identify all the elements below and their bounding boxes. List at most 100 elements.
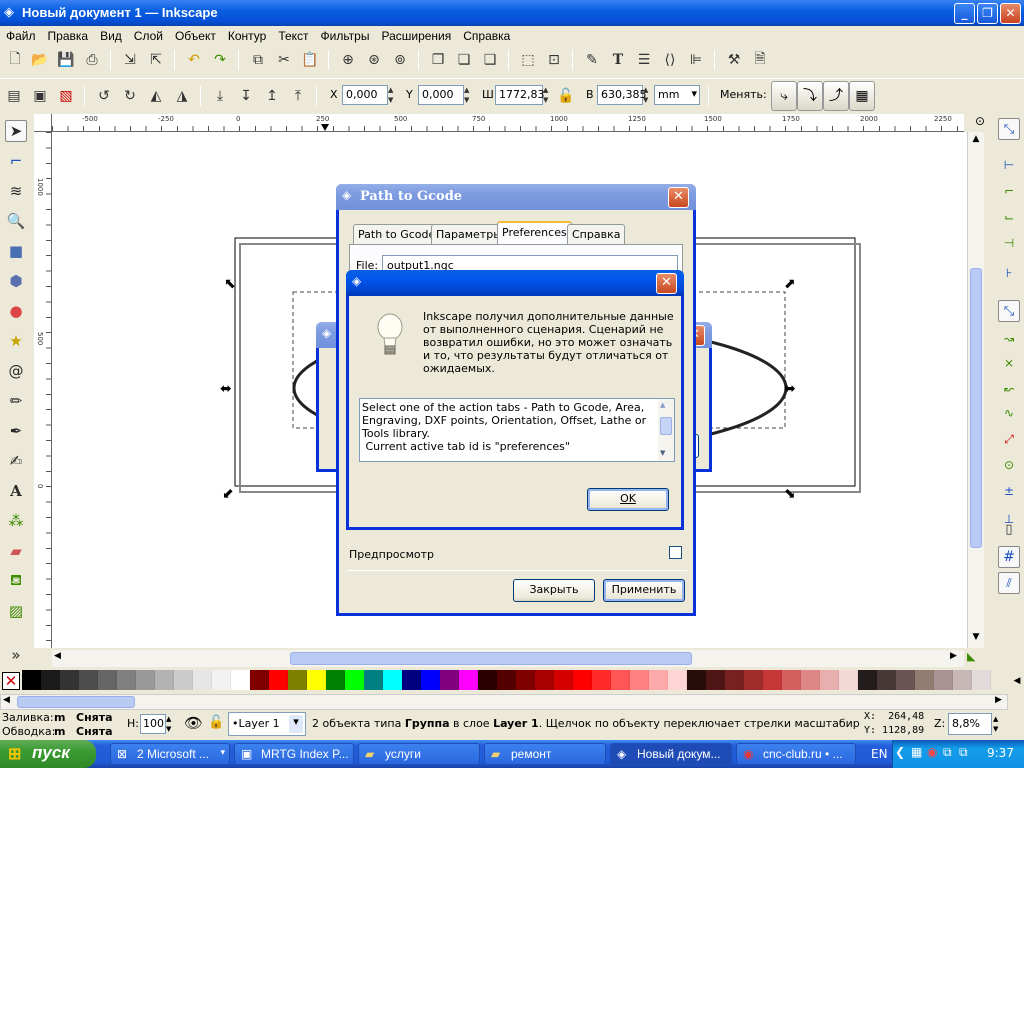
select-all-icon[interactable]: ▤ xyxy=(4,86,24,106)
import-icon[interactable]: ⇲ xyxy=(120,50,140,70)
opacity-input[interactable]: 100 xyxy=(140,714,166,734)
color-swatch[interactable] xyxy=(497,670,516,690)
menu-filters[interactable]: Фильтры xyxy=(315,26,376,43)
color-swatch[interactable] xyxy=(573,670,592,690)
palette-menu-icon[interactable]: ◀ xyxy=(1010,672,1024,690)
scroll-up-icon[interactable]: ▲ xyxy=(969,134,983,148)
gradient-tool-icon[interactable]: ▨ xyxy=(5,600,27,622)
opacity-spinner[interactable]: ▲ ▼ xyxy=(166,714,171,734)
x-input[interactable]: 0,000 xyxy=(342,85,388,105)
menu-file[interactable]: Файл xyxy=(0,26,42,43)
close-button[interactable]: Закрыть xyxy=(513,579,595,602)
menu-text[interactable]: Текст xyxy=(272,26,314,43)
fill-value[interactable]: Снята xyxy=(76,711,113,724)
zoom-tool-icon[interactable]: 🔍 xyxy=(5,210,27,232)
text-tool-icon[interactable]: A xyxy=(5,480,27,502)
color-swatch[interactable] xyxy=(250,670,269,690)
new-document-icon[interactable]: 🗋 xyxy=(5,50,25,70)
color-swatch[interactable] xyxy=(934,670,953,690)
task-mrtg[interactable]: ▣ MRTG Index P... xyxy=(234,743,354,765)
ellipse-tool-icon[interactable]: ● xyxy=(5,300,27,322)
color-swatch[interactable] xyxy=(896,670,915,690)
menu-view[interactable]: Вид xyxy=(94,26,128,43)
tab-help[interactable]: Справка xyxy=(567,224,626,244)
color-swatch[interactable] xyxy=(649,670,668,690)
color-swatch[interactable] xyxy=(801,670,820,690)
duplicate-icon[interactable]: ❐ xyxy=(428,50,448,70)
color-swatch[interactable] xyxy=(972,670,991,690)
snap-grid-icon[interactable]: # xyxy=(998,546,1020,568)
color-swatch[interactable] xyxy=(858,670,877,690)
menu-help[interactable]: Справка xyxy=(457,26,516,43)
color-swatch[interactable] xyxy=(364,670,383,690)
tab-parameters[interactable]: Параметры xyxy=(431,224,507,244)
y-spinner[interactable]: ▲ ▼ xyxy=(464,85,474,105)
height-input[interactable]: 630,385 xyxy=(597,85,647,105)
color-swatch[interactable] xyxy=(421,670,440,690)
color-swatch[interactable] xyxy=(326,670,345,690)
color-swatch[interactable] xyxy=(117,670,136,690)
task-inkscape[interactable]: ◈ Новый докум... xyxy=(610,743,732,765)
print-icon[interactable]: ⎙ xyxy=(82,50,102,70)
lock-icon[interactable]: 🔓 xyxy=(556,86,576,106)
height-spinner[interactable]: ▲ ▼ xyxy=(643,85,653,105)
save-icon[interactable]: 💾 xyxy=(56,50,76,70)
deselect-icon[interactable]: ▧ xyxy=(56,86,76,106)
redo-icon[interactable]: ↷ xyxy=(210,50,230,70)
width-input[interactable]: 1772,83 xyxy=(495,85,545,105)
layer-select[interactable]: •Layer 1 ▾ xyxy=(228,712,306,736)
clone-icon[interactable]: ❏ xyxy=(454,50,474,70)
script-output-box[interactable]: Select one of the action tabs - Path to … xyxy=(359,398,675,462)
gcode-dialog-close-button[interactable]: ✕ xyxy=(668,187,689,208)
color-swatch[interactable] xyxy=(440,670,459,690)
color-swatch[interactable] xyxy=(763,670,782,690)
xml-editor-icon[interactable]: ⟨⟩ xyxy=(660,50,680,70)
palette-scrollbar[interactable]: ◀ ▶ xyxy=(0,694,1008,710)
3d-box-tool-icon[interactable]: ⬢ xyxy=(5,270,27,292)
snap-bbox-icon[interactable]: ⊢ xyxy=(998,154,1020,176)
scroll-right-icon[interactable]: ▶ xyxy=(995,695,1002,705)
pen-tool-icon[interactable]: ✒ xyxy=(5,420,27,442)
scroll-down-icon[interactable]: ▼ xyxy=(969,632,983,646)
lower-bottom-icon[interactable]: ⤓ xyxy=(210,86,230,106)
preview-checkbox[interactable] xyxy=(669,546,682,559)
color-swatch[interactable] xyxy=(345,670,364,690)
tab-preferences[interactable]: Preferences xyxy=(497,221,572,244)
preferences-icon[interactable]: ⚒ xyxy=(724,50,744,70)
color-swatch[interactable] xyxy=(668,670,687,690)
message-dialog-close-button[interactable]: ✕ xyxy=(656,273,677,294)
snap-bbox-corner-icon[interactable]: ⌙ xyxy=(998,206,1020,228)
color-swatch[interactable] xyxy=(402,670,421,690)
calligraphy-tool-icon[interactable]: ✍ xyxy=(5,450,27,472)
rotate-cw-icon[interactable]: ↻ xyxy=(120,86,140,106)
zoom-selection-icon[interactable]: ⊕ xyxy=(338,50,358,70)
spiral-tool-icon[interactable]: @ xyxy=(5,360,27,382)
tray-app-icon[interactable]: ▦ xyxy=(911,745,922,759)
unit-select[interactable]: mm ▾ xyxy=(654,85,700,105)
snap-enable-icon[interactable]: ⤡ xyxy=(998,118,1020,140)
color-swatch[interactable] xyxy=(820,670,839,690)
palette-scroll-thumb[interactable] xyxy=(17,696,135,708)
output-scroll-thumb[interactable] xyxy=(660,417,672,435)
snap-guide-icon[interactable]: ⫽ xyxy=(998,572,1020,594)
color-swatch[interactable] xyxy=(459,670,478,690)
flip-horizontal-icon[interactable]: ◭ xyxy=(146,86,166,106)
color-swatch[interactable] xyxy=(22,670,41,690)
color-swatch[interactable] xyxy=(953,670,972,690)
spray-tool-icon[interactable]: ⁂ xyxy=(5,510,27,532)
more-tools-icon[interactable]: » xyxy=(5,644,27,666)
group-icon[interactable]: ⬚ xyxy=(518,50,538,70)
undo-icon[interactable]: ↶ xyxy=(184,50,204,70)
layer-lock-icon[interactable]: 🔓 xyxy=(208,715,224,730)
color-swatch[interactable] xyxy=(41,670,60,690)
layers-icon[interactable]: ☰ xyxy=(634,50,654,70)
zoom-corner-icon[interactable]: ⊙ xyxy=(965,114,995,132)
snap-cusp-icon[interactable]: ↜ xyxy=(998,378,1020,400)
task-uslugi[interactable]: ▰ услуги xyxy=(358,743,480,765)
node-tool-icon[interactable]: ⌐ xyxy=(5,150,27,172)
zoom-input[interactable]: 8,8% xyxy=(948,713,992,735)
scroll-right-icon[interactable]: ▶ xyxy=(950,651,957,661)
move-patterns-toggle[interactable]: ▦ xyxy=(849,81,875,111)
snap-bbox-edge-icon[interactable]: ⌐ xyxy=(998,180,1020,202)
paste-icon[interactable]: 📋 xyxy=(300,50,320,70)
